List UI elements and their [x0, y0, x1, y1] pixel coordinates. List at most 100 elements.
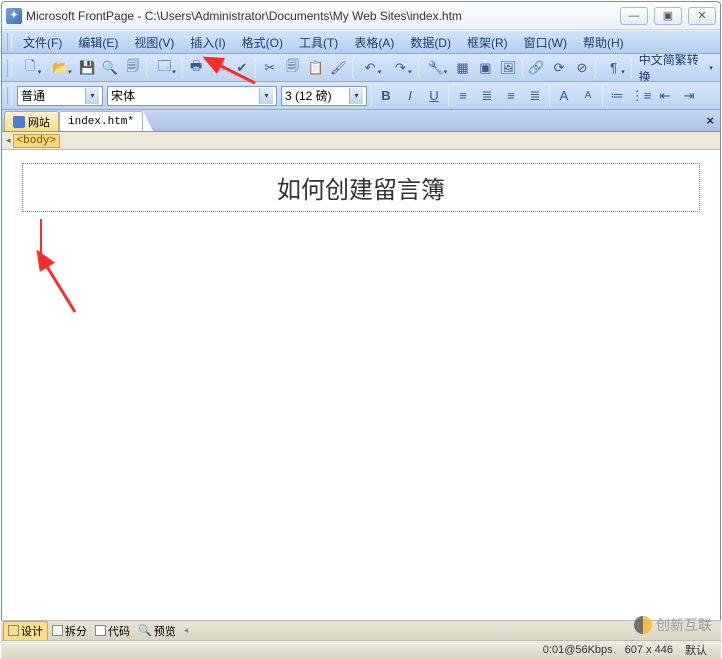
watermark: 创新互联	[634, 615, 712, 635]
watermark-icon	[634, 616, 652, 634]
design-icon	[8, 625, 19, 636]
status-bar: 0:01@56Kbps 607 x 446 默认	[1, 640, 721, 659]
design-editor[interactable]: 如何创建留言簿	[4, 151, 718, 619]
style-combo[interactable]: 普通▾	[17, 86, 103, 106]
tab-file-label: index.htm*	[68, 116, 134, 128]
menu-bar: 文件(F) 编辑(E) 视图(V) 插入(I) 格式(O) 工具(T) 表格(A…	[2, 30, 720, 54]
menu-table[interactable]: 表格(A)	[346, 32, 402, 53]
menu-tools[interactable]: 工具(T)	[291, 32, 346, 53]
show-button[interactable]: ¶	[599, 57, 627, 79]
globe-icon	[13, 116, 25, 128]
refresh-button[interactable]: ⟳	[549, 57, 570, 79]
menu-data[interactable]: 数据(D)	[402, 32, 459, 53]
view-preview[interactable]: 🔍预览	[134, 622, 180, 640]
tag-prev-icon[interactable]: ◂	[6, 135, 11, 146]
standard-toolbar: 🗋 📂 💾 🔍 🗐 🗔 🖶 🗋 ✔ ✂ 🗐 📋 🖌 ↶ ↷ 🔧 ▦ ▣ 🖼 🔗 …	[2, 54, 720, 82]
grip-icon[interactable]	[7, 87, 12, 105]
preview-button[interactable]: 🗔	[150, 57, 178, 79]
cut-button[interactable]: ✂	[259, 57, 280, 79]
grip-icon[interactable]	[7, 33, 12, 51]
menu-view[interactable]: 视图(V)	[126, 32, 182, 53]
italic-button[interactable]: I	[399, 85, 421, 107]
tag-selector-bar: ◂ <body>	[2, 132, 720, 150]
print-button[interactable]: 🖶	[186, 57, 207, 79]
minimize-button[interactable]: —	[620, 7, 648, 25]
heading-box[interactable]: 如何创建留言簿	[22, 163, 700, 212]
chinese-convert-button[interactable]: 中文简繁转换	[634, 57, 718, 79]
preview-icon: 🔍	[138, 624, 152, 637]
style-value: 普通	[21, 87, 45, 104]
code-icon	[95, 625, 106, 636]
align-left-button[interactable]: ≡	[452, 85, 474, 107]
copy-button[interactable]: 🗐	[282, 57, 303, 79]
tab-file[interactable]: index.htm*	[59, 111, 143, 131]
view-design[interactable]: 设计	[3, 621, 48, 641]
save-button[interactable]: 💾	[77, 57, 98, 79]
view-mode-bar: 设计 拆分 代码 🔍预览 ◂	[1, 620, 721, 640]
status-dimensions: 607 x 446	[625, 644, 673, 656]
cursor-annotation	[40, 219, 42, 255]
menu-window[interactable]: 窗口(W)	[516, 32, 575, 53]
hyperlink-button[interactable]: 🔗	[526, 57, 547, 79]
status-speed: 0:01@56Kbps	[543, 644, 613, 656]
stop-button[interactable]: ⊘	[571, 57, 592, 79]
redo-button[interactable]: ↷	[386, 57, 414, 79]
close-tab-button[interactable]: ×	[706, 113, 714, 128]
menu-file[interactable]: 文件(F)	[15, 32, 70, 53]
view-nav-icon[interactable]: ◂	[184, 625, 189, 636]
spellcheck-button[interactable]: ✔	[231, 57, 252, 79]
view-preview-label: 预览	[154, 623, 176, 639]
app-icon: ✦	[6, 8, 22, 24]
picture-button[interactable]: 🖼	[498, 57, 519, 79]
split-icon	[52, 625, 63, 636]
webcomponent-button[interactable]: 🔧	[422, 57, 450, 79]
outdent-button[interactable]: ⇤	[654, 85, 676, 107]
justify-button[interactable]: ≣	[524, 85, 546, 107]
paste-button[interactable]: 📋	[305, 57, 326, 79]
table-button[interactable]: ▦	[452, 57, 473, 79]
bullet-list-button[interactable]: ⋮≡	[630, 85, 652, 107]
publish-button[interactable]: 🗐	[122, 57, 143, 79]
formatting-toolbar: 普通▾ 宋体▾ 3 (12 磅)▾ B I U ≡ ≣ ≡ ≣ A A ≔ ⋮≡…	[2, 82, 720, 110]
view-code-label: 代码	[108, 623, 130, 639]
size-value: 3 (12 磅)	[285, 87, 332, 104]
window-title: Microsoft FrontPage - C:\Users\Administr…	[26, 9, 620, 23]
font-combo[interactable]: 宋体▾	[107, 86, 277, 106]
indent-button[interactable]: ⇥	[678, 85, 700, 107]
view-split-label: 拆分	[65, 623, 87, 639]
chinese-convert-label: 中文简繁转换	[639, 54, 707, 82]
close-button[interactable]: ✕	[688, 7, 716, 25]
menu-edit[interactable]: 编辑(E)	[70, 32, 126, 53]
bold-button[interactable]: B	[375, 85, 397, 107]
document-tabs: 网站 index.htm* ×	[2, 110, 720, 132]
underline-button[interactable]: U	[423, 85, 445, 107]
menu-frame[interactable]: 框架(R)	[459, 32, 516, 53]
font-value: 宋体	[111, 87, 135, 104]
align-right-button[interactable]: ≡	[500, 85, 522, 107]
size-combo[interactable]: 3 (12 磅)▾	[281, 86, 367, 106]
tag-body[interactable]: <body>	[13, 134, 61, 148]
layer-button[interactable]: ▣	[475, 57, 496, 79]
maximize-button[interactable]: ▣	[654, 7, 682, 25]
numbered-list-button[interactable]: ≔	[606, 85, 628, 107]
align-center-button[interactable]: ≣	[476, 85, 498, 107]
new-button[interactable]: 🗋	[16, 57, 44, 79]
preview-print-button[interactable]: 🗋	[209, 57, 230, 79]
status-mode: 默认	[685, 642, 707, 658]
view-code[interactable]: 代码	[91, 622, 134, 640]
search-button[interactable]: 🔍	[100, 57, 121, 79]
tab-website[interactable]: 网站	[4, 111, 59, 131]
menu-help[interactable]: 帮助(H)	[575, 32, 632, 53]
menu-format[interactable]: 格式(O)	[234, 32, 291, 53]
tab-website-label: 网站	[28, 114, 50, 130]
undo-button[interactable]: ↶	[356, 57, 384, 79]
format-painter-button[interactable]: 🖌	[328, 57, 349, 79]
decrease-font-button[interactable]: A	[577, 85, 599, 107]
menu-insert[interactable]: 插入(I)	[182, 32, 233, 53]
open-button[interactable]: 📂	[46, 57, 74, 79]
view-split[interactable]: 拆分	[48, 622, 91, 640]
heading-text: 如何创建留言簿	[277, 177, 445, 204]
watermark-text: 创新互联	[656, 615, 712, 635]
grip-icon[interactable]	[7, 59, 12, 77]
increase-font-button[interactable]: A	[553, 85, 575, 107]
